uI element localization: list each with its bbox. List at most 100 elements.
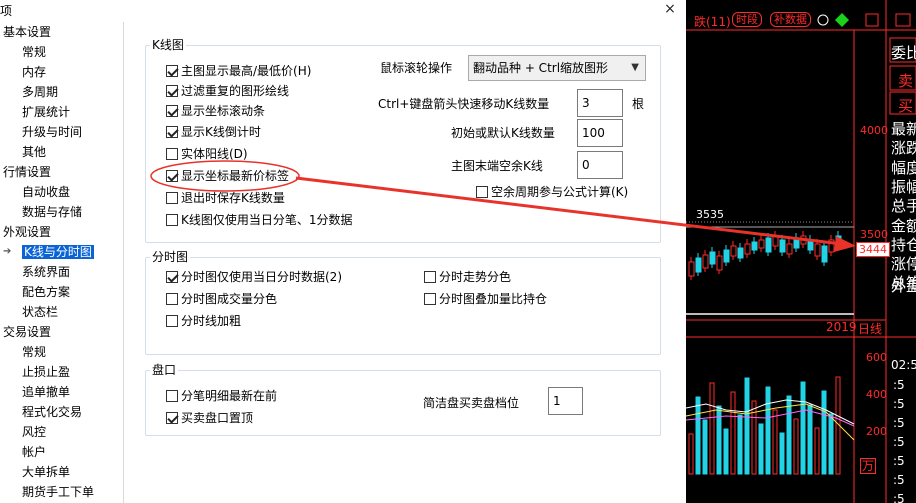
quote-field-label: 卖 [898,72,914,90]
levels-label: 简洁盘买卖盘档位 [423,396,520,410]
timeshare-option-checkbox[interactable]: 分时线加粗 [166,312,241,330]
volume-unit: 万 [860,458,877,474]
nav-item-label: 状态栏 [22,305,59,319]
nav-item[interactable]: 大单拆单 [22,462,70,482]
nav-item[interactable]: 常规 [22,42,46,62]
volume-bar [744,377,750,475]
nav-item[interactable]: 行情设置 [3,162,51,182]
blank-kline-input[interactable]: 0 [577,151,623,179]
candle-body [779,239,786,253]
kline-option-checkbox[interactable]: 实体阳线(D) [166,145,248,163]
timeshare-option-checkbox[interactable]: 分时图仅使用当日分时数据(2) [166,268,342,286]
time-row-value: :5 [893,454,905,468]
timeshare-option-checkbox[interactable]: 分时图叠加量比持仓 [424,290,547,308]
nav-item[interactable]: 内存 [22,62,46,82]
kline-option-checkbox[interactable]: 显示K线倒计时 [166,123,261,141]
volume-bar [814,427,820,475]
nav-item[interactable]: 交易设置 [3,322,51,342]
candle-body [709,251,716,265]
timeshare-option-checkbox-label: 分时线加粗 [181,314,242,328]
settings-dialog: 项 × 基本设置 常规 内存 多周期 扩展统计 升级与时间 其他 行情设置 自动收盘 数据与存储外… [0,0,686,503]
nav-item[interactable]: 升级与时间 [22,122,82,142]
nav-item[interactable]: 系统界面 [22,262,70,282]
scroll-action-label: 鼠标滚轮操作 [380,61,453,75]
timeshare-option-checkbox[interactable]: 分时走势分色 [424,268,511,286]
candle-body [751,241,758,251]
nav-item[interactable]: 程式化交易 [22,402,82,422]
nav-item[interactable]: 其他 [22,142,46,162]
last-price-tag: 3444 [856,242,890,257]
price-label-3535: 3535 [696,208,724,221]
nav-item[interactable]: 外观设置 [3,222,51,242]
kline-option-checkbox[interactable]: K线图仅使用当日分笔、1分数据 [166,211,353,229]
nav-item-label: 升级与时间 [22,125,83,139]
nav-item[interactable]: 自动收盘 [22,182,70,202]
nav-item[interactable]: 配色方案 [22,282,70,302]
volume-bar [821,390,827,475]
tab-fill-data[interactable]: 补数据 [770,12,811,27]
nav-item[interactable]: 多周期 [22,82,58,102]
period-calc-checkbox[interactable]: 空余周期参与公式计算(K) [476,183,628,201]
kline-option-checkbox[interactable]: 主图显示最高/最低价(H) [166,62,311,80]
nav-item-label: 大单拆单 [22,465,71,479]
nav-item[interactable]: K线与分时图 [22,242,94,262]
nav-item-label: 多周期 [22,85,59,99]
checkbox-box [166,148,178,160]
checkbox-box [166,293,178,305]
nav-item[interactable]: 止损止盈 [22,362,70,382]
kline-option-checkbox[interactable]: 退出时保存K线数量 [166,189,285,207]
checkbox-box [166,412,178,424]
candle-body [695,257,702,273]
panel-option-checkbox[interactable]: 买卖盘口置顶 [166,409,253,427]
checkbox-box [166,214,178,226]
candle-body [716,255,723,271]
nav-item[interactable]: 常规 [22,342,46,362]
nav-item[interactable]: 追单撤单 [22,382,70,402]
checkbox-box [166,85,178,97]
nav-item[interactable]: 基本设置 [3,22,51,42]
nav-item[interactable]: 帐户 [22,442,46,462]
period-calc-label: 空余周期参与公式计算(K) [491,185,629,199]
ctrl-move-input[interactable]: 3 [577,89,623,117]
nav-item[interactable]: 期货手工下单 [22,482,94,502]
nav-item[interactable]: 数据与存储 [22,202,82,222]
kline-option-checkbox[interactable]: 显示坐标最新价标签 [166,167,289,185]
timeshare-option-checkbox-label: 分时图仅使用当日分时数据(2) [181,270,342,284]
volume-bar [765,386,771,475]
volume-label-200: 200 [866,425,887,438]
kline-option-checkbox[interactable]: 过滤重复的图形绘线 [166,82,289,100]
nav-item-label: 外观设置 [3,225,52,239]
stock-chart-panel: 跌(11) 时段 补数据 4000 3535 3500 3444 2019 日线… [686,0,916,503]
panel-group-title: 盘口 [150,363,179,377]
scroll-action-select[interactable]: 翻动品种 + Ctrl缩放图形 ▼ [468,55,646,81]
volume-bar [786,395,792,475]
quote-field-label: 振幅 [891,177,916,196]
nav-item[interactable]: 风控 [22,422,46,442]
init-kline-input[interactable]: 100 [577,119,623,147]
quote-field-label: 总手 [891,197,916,216]
volume-bar [828,413,834,475]
quote-field-label: 涨跌 [891,139,916,158]
candle-body [737,247,744,259]
time-row-value: :5 [893,492,905,503]
settings-nav-tree: 基本设置 常规 内存 多周期 扩展统计 升级与时间 其他 行情设置 自动收盘 数据与存储 外观设置 K… [0,22,124,503]
panel-option-checkbox[interactable]: 分笔明细最新在前 [166,387,277,405]
kline-option-checkbox-label: 主图显示最高/最低价(H) [181,64,312,78]
kline-option-checkbox-label: 实体阳线(D) [181,147,248,161]
timeshare-option-checkbox[interactable]: 分时图成交量分色 [166,290,277,308]
tab-time-segment[interactable]: 时段 [732,12,762,27]
period-label: 日线 [858,322,883,336]
close-icon[interactable]: × [660,0,680,18]
checkbox-box [166,126,178,138]
levels-input[interactable]: 1 [548,387,583,415]
checkbox-box [424,293,436,305]
kline-option-checkbox[interactable]: 显示坐标滚动条 [166,102,265,120]
candle-body [828,239,835,253]
nav-item-label: 扩展统计 [22,105,71,119]
quote-field-label: 持仓 [891,235,916,254]
nav-item[interactable]: 状态栏 [22,302,58,322]
quote-field-label: 最新 [891,120,916,138]
ctrl-move-label: Ctrl+键盘箭头快速移动K线数量 [378,97,550,111]
nav-item[interactable]: 扩展统计 [22,102,70,122]
checkbox-box [166,315,178,327]
